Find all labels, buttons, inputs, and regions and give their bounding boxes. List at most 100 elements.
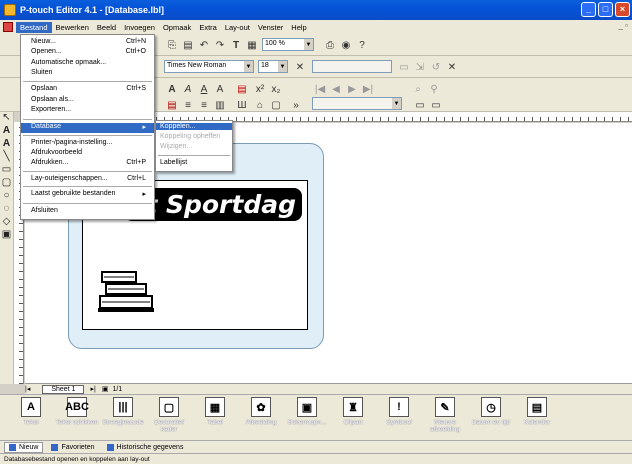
palette-tekst-schikken-button[interactable]: ABC Tekst schikken bbox=[54, 397, 100, 426]
close-icon[interactable]: ✕ bbox=[444, 59, 460, 75]
menu-help[interactable]: Help bbox=[287, 22, 310, 33]
chevron-down-icon[interactable]: ▼ bbox=[304, 39, 313, 50]
submenu-item-koppelen[interactable]: Koppelen... bbox=[156, 123, 232, 130]
menu-venster[interactable]: Venster bbox=[254, 22, 287, 33]
sheet-tab[interactable]: Sheet 1 bbox=[42, 384, 85, 394]
print-preview-icon[interactable]: ◉ bbox=[338, 37, 354, 53]
border-icon[interactable]: ▢ bbox=[268, 97, 284, 113]
chevron-down-icon[interactable]: ▼ bbox=[392, 98, 401, 109]
tab-nieuw[interactable]: Nieuw bbox=[4, 441, 44, 453]
highlight-icon[interactable]: ▤ bbox=[234, 81, 250, 97]
maximize-button[interactable]: □ bbox=[598, 2, 613, 17]
palette-streepjescode-button[interactable]: ||| Streepjescode bbox=[100, 397, 146, 426]
palette-symbool-button[interactable]: ! Symbool bbox=[376, 397, 422, 426]
add-sheet-icon[interactable]: ▣ bbox=[102, 385, 109, 393]
file-menu-item-afdrukken[interactable]: Afdrukken... Ctrl+P bbox=[21, 159, 154, 168]
document-icon[interactable] bbox=[3, 22, 13, 32]
palette-clipart-button[interactable]: ♜ Clipart bbox=[330, 397, 376, 426]
record-select[interactable]: ▼ bbox=[312, 97, 402, 110]
frame-icon[interactable]: ⌂ bbox=[252, 97, 268, 113]
font-size-select[interactable]: 18 ▼ bbox=[258, 60, 288, 73]
subscript-icon[interactable]: x₂ bbox=[268, 81, 284, 97]
font-name-select[interactable]: Times New Roman ▼ bbox=[164, 60, 254, 73]
pointer-icon[interactable]: ↖ bbox=[0, 112, 13, 125]
filter-icon[interactable]: ⚲ bbox=[426, 81, 442, 97]
next-sheet-icon[interactable]: ▸| bbox=[90, 385, 95, 393]
align-left-icon[interactable]: ▤ bbox=[164, 97, 180, 113]
search-icon[interactable]: ⌕ bbox=[410, 81, 426, 97]
align-icon[interactable]: ▭ bbox=[396, 59, 412, 75]
menu-bewerken[interactable]: Bewerken bbox=[52, 22, 93, 33]
text-input-combo[interactable] bbox=[312, 60, 392, 73]
paste-icon[interactable]: ▤ bbox=[180, 37, 196, 53]
file-menu-item-nieuw[interactable]: Nieuw... Ctrl+N bbox=[21, 38, 154, 47]
align-center-icon[interactable]: ≡ bbox=[180, 97, 196, 113]
file-menu-item-sluiten[interactable]: Sluiten bbox=[21, 69, 154, 78]
palette-kalender-button[interactable]: ▤ Kalender bbox=[514, 397, 560, 426]
file-menu-item-database[interactable]: Database ▸ bbox=[21, 123, 154, 133]
underline-icon[interactable]: A bbox=[196, 81, 212, 97]
chevron-down-icon[interactable]: ▼ bbox=[278, 61, 287, 72]
next-record-icon[interactable]: ▶ bbox=[344, 81, 360, 97]
justify-icon[interactable]: ▥ bbox=[212, 97, 228, 113]
file-menu-item-laatst-gebruikt[interactable]: Laatst gebruikte bestanden ▸ bbox=[21, 190, 154, 199]
chevron-down-icon[interactable]: ▼ bbox=[244, 61, 253, 72]
tab-historische-gegevens[interactable]: Historische gegevens bbox=[103, 442, 188, 453]
palette-tekst-button[interactable]: A Tekst bbox=[8, 397, 54, 426]
undo-icon[interactable]: ↶ bbox=[196, 37, 212, 53]
file-menu-item-layout-eigenschappen[interactable]: Lay-outeigenschappen... Ctrl+L bbox=[21, 175, 154, 184]
close-button[interactable]: × bbox=[615, 2, 630, 17]
palette-datum-en-tijd-button[interactable]: ◷ Datum en tijd bbox=[468, 397, 514, 426]
align-right-icon[interactable]: ≡ bbox=[196, 97, 212, 113]
menu-extra[interactable]: Extra bbox=[195, 22, 221, 33]
menu-bestand[interactable]: Bestand bbox=[16, 21, 52, 33]
menu-invoegen[interactable]: Invoegen bbox=[120, 22, 159, 33]
menu-opmaak[interactable]: Opmaak bbox=[159, 22, 195, 33]
window-alt-icon[interactable]: ▭ bbox=[428, 97, 444, 113]
copy-icon[interactable]: ⎘ bbox=[164, 37, 180, 53]
submenu-item-labellijst[interactable]: Labellijst bbox=[156, 159, 232, 166]
menu-beeld[interactable]: Beeld bbox=[93, 22, 120, 33]
last-record-icon[interactable]: ▶| bbox=[360, 81, 376, 97]
file-menu-item-openen[interactable]: Openen... Ctrl+O bbox=[21, 48, 154, 57]
file-menu-item-afsluiten[interactable]: Afsluiten bbox=[21, 207, 154, 216]
resize-icon[interactable]: ⇲ bbox=[412, 59, 428, 75]
ellipse-tool-icon[interactable]: ○ bbox=[0, 190, 13, 203]
window-icon[interactable]: ▭ bbox=[412, 97, 428, 113]
rounded-rect-tool-icon[interactable]: ▢ bbox=[0, 177, 13, 190]
prev-record-icon[interactable]: ◀ bbox=[328, 81, 344, 97]
line-tool-icon[interactable]: ╲ bbox=[0, 151, 13, 164]
vertical-text-tool-icon[interactable]: A bbox=[0, 138, 13, 151]
palette-decoratief-kader-button[interactable]: ▢ Decoratief kader bbox=[146, 397, 192, 433]
print-icon[interactable]: ⎙ bbox=[322, 37, 338, 53]
file-menu-item-automatische-opmaak[interactable]: Automatische opmaak... bbox=[21, 59, 154, 68]
arc-tool-icon[interactable]: ◌ bbox=[0, 203, 13, 216]
rotate-icon[interactable]: ↺ bbox=[428, 59, 444, 75]
rectangle-tool-icon[interactable]: ▭ bbox=[0, 164, 13, 177]
file-menu-item-printer-instelling[interactable]: Printer-/pagina-instelling... bbox=[21, 139, 154, 148]
tab-favorieten[interactable]: Favorieten bbox=[47, 442, 98, 453]
close-icon[interactable]: ✕ bbox=[292, 59, 308, 75]
file-menu-item-exporteren[interactable]: Exporteren... bbox=[21, 106, 154, 115]
file-menu-item-afdrukvoorbeeld[interactable]: Afdrukvoorbeeld bbox=[21, 149, 154, 158]
help-icon[interactable]: ? bbox=[354, 37, 370, 53]
submenu-item-wijzigen[interactable]: Wijzigen... bbox=[156, 143, 232, 150]
redo-icon[interactable]: ↷ bbox=[212, 37, 228, 53]
books-clipart[interactable] bbox=[96, 268, 158, 314]
submenu-item-koppeling-opheffen[interactable]: Koppeling opheffen bbox=[156, 133, 232, 140]
palette-tabel-button[interactable]: ▦ Tabel bbox=[192, 397, 238, 426]
superscript-icon[interactable]: x² bbox=[252, 81, 268, 97]
palette-nieuwe-afbeelding-button[interactable]: ✎ Nieuwe afbeelding bbox=[422, 397, 468, 433]
more-icon[interactable]: » bbox=[288, 97, 304, 113]
first-sheet-icon[interactable]: |◂ bbox=[25, 385, 30, 393]
text-icon[interactable]: T bbox=[228, 37, 244, 53]
polygon-tool-icon[interactable]: ◇ bbox=[0, 216, 13, 229]
minimize-button[interactable]: _ bbox=[581, 2, 596, 17]
bold-icon[interactable]: A bbox=[164, 81, 180, 97]
grid-icon[interactable]: ▦ bbox=[244, 37, 260, 53]
file-menu-item-opslaan[interactable]: Opslaan Ctrl+S bbox=[21, 85, 154, 94]
palette-afbeelding-button[interactable]: ✿ Afbeelding bbox=[238, 397, 284, 426]
frame-tool-icon[interactable]: ▣ bbox=[0, 229, 13, 242]
text-tool-icon[interactable]: A bbox=[0, 125, 13, 138]
vertical-text-icon[interactable]: Ш bbox=[234, 97, 250, 113]
